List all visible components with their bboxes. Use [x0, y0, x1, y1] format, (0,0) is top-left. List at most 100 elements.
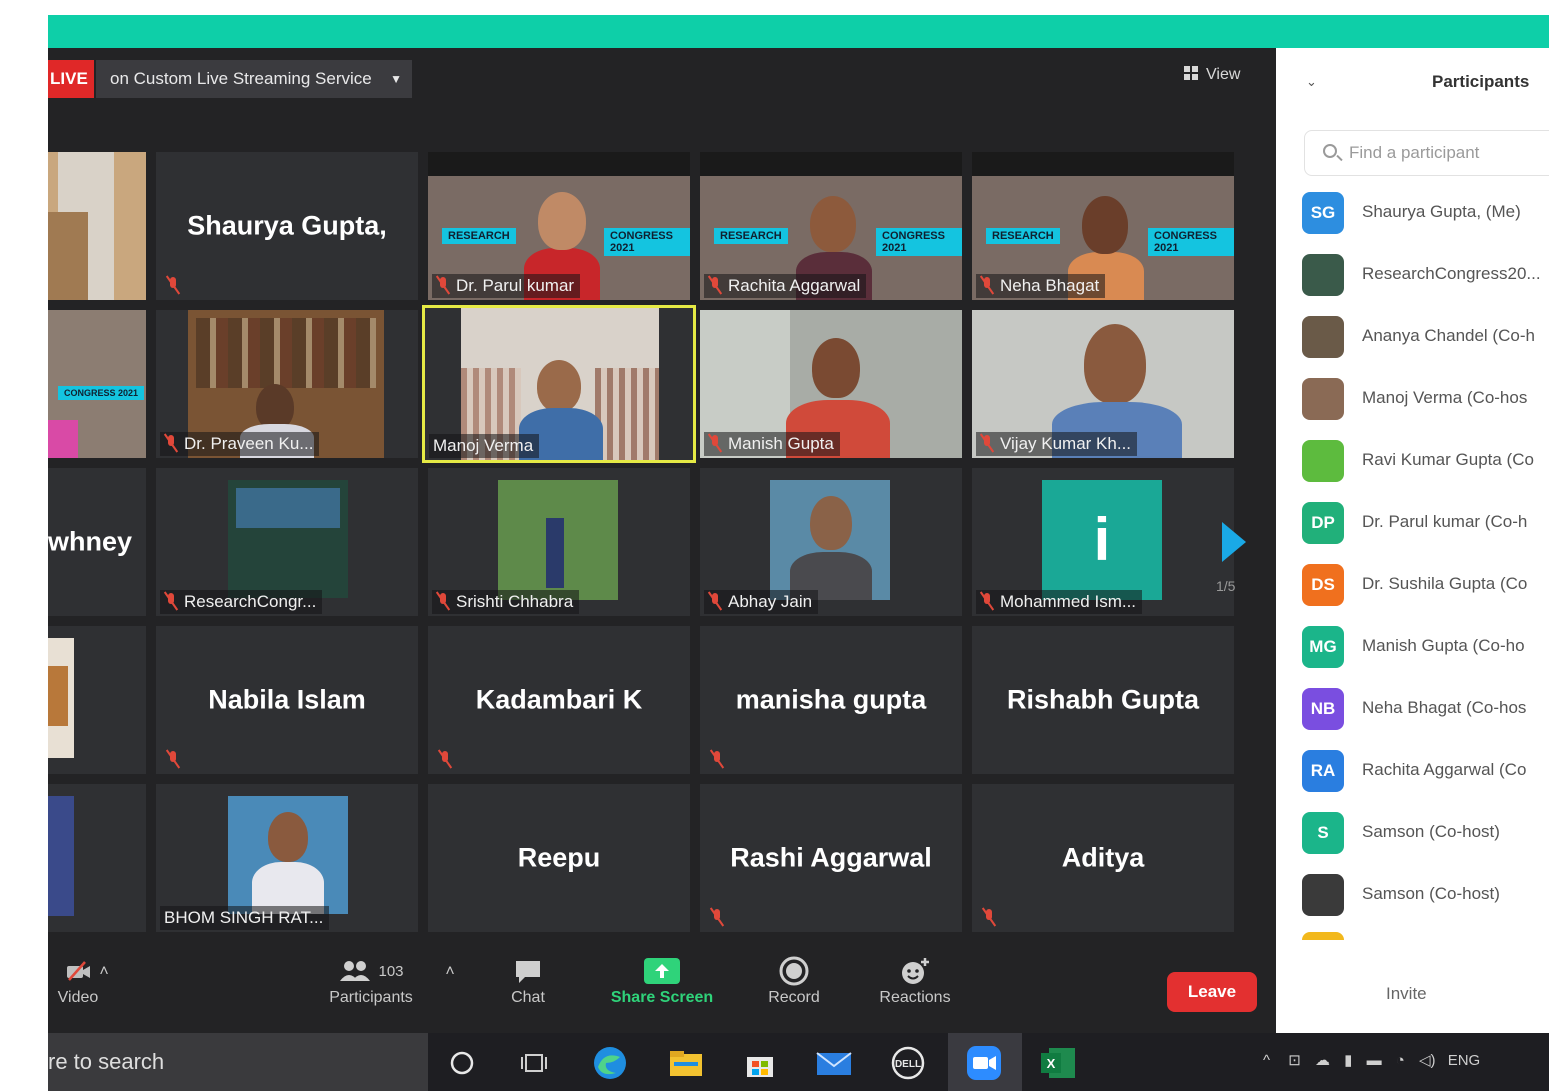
video-tile-kadambari[interactable]: Kadambari K	[428, 626, 690, 774]
video-tile-abhay[interactable]: Abhay Jain	[700, 468, 962, 616]
video-tile-srishti[interactable]: Srishti Chhabra	[428, 468, 690, 616]
mic-muted-icon	[980, 592, 994, 610]
edge-browser-icon[interactable]	[590, 1043, 630, 1083]
dell-icon[interactable]: DELL	[888, 1043, 928, 1083]
zoom-app-icon[interactable]	[964, 1043, 1004, 1083]
cortana-icon[interactable]	[442, 1043, 482, 1083]
chevron-down-icon[interactable]: ⌄	[1306, 74, 1317, 90]
video-tile-nabila[interactable]: Nabila Islam	[156, 626, 418, 774]
file-explorer-icon[interactable]	[666, 1043, 706, 1083]
microsoft-store-icon[interactable]	[740, 1043, 780, 1083]
participant-list-item[interactable]: Ravi Kumar Gupta (Co	[1302, 436, 1549, 486]
share-screen-button[interactable]: Share Screen	[604, 953, 720, 1007]
video-off-icon	[67, 961, 90, 981]
video-tile-aditya[interactable]: Aditya	[972, 784, 1234, 932]
video-options-caret[interactable]: ˄	[94, 963, 114, 981]
share-screen-label: Share Screen	[610, 989, 714, 1006]
avatar	[1302, 874, 1344, 916]
video-tile-partial[interactable]	[48, 152, 146, 300]
search-placeholder: Find a participant	[1349, 143, 1480, 162]
video-tile-manish[interactable]: Manish Gupta	[700, 310, 962, 458]
caret-down-icon: ▼	[390, 72, 402, 86]
task-view-icon[interactable]	[514, 1043, 554, 1083]
battery-icon[interactable]: ▬	[1367, 1052, 1382, 1069]
system-tray: ^ ⊡ ☁ ▮ ▬ ◔ ◁) ENG	[1263, 1051, 1480, 1069]
congress-tag: CONGRESS 2021	[1148, 228, 1234, 256]
taskbar-search-box[interactable]: re to search	[48, 1033, 428, 1091]
avatar: RA	[1302, 750, 1344, 792]
participant-label: Rachita Aggarwal	[704, 274, 867, 298]
participant-label: Mohammed Ism...	[976, 590, 1143, 614]
video-tile-reepu[interactable]: Reepu	[428, 784, 690, 932]
participant-list-item[interactable]: NB Neha Bhagat (Co-hos	[1302, 684, 1549, 734]
participant-list-item[interactable]: ResearchCongress20...	[1302, 250, 1549, 300]
live-stream-dropdown[interactable]: on Custom Live Streaming Service ▼	[96, 60, 412, 98]
video-tile-manoj-active-speaker[interactable]: Manoj Verma	[422, 305, 696, 463]
wifi-icon[interactable]: ◔	[1396, 1052, 1405, 1069]
video-tile-neha[interactable]: RESEARCH CONGRESS 2021 Neha Bhagat	[972, 152, 1234, 300]
mic-muted-icon	[708, 592, 722, 610]
volume-icon[interactable]: ◁)	[1419, 1052, 1436, 1069]
participant-list-item[interactable]: DP Dr. Parul kumar (Co-h	[1302, 498, 1549, 548]
congress-tag: CONGRESS 2021	[58, 386, 145, 400]
video-tile-partial[interactable]	[48, 626, 146, 774]
participant-list-item[interactable]: MG Manish Gupta (Co-ho	[1302, 622, 1549, 672]
participant-list-item[interactable]: RA Rachita Aggarwal (Co	[1302, 746, 1549, 796]
participants-options-caret[interactable]: ˄	[440, 963, 460, 981]
leave-button[interactable]: Leave	[1167, 972, 1257, 1012]
meeting-window: LIVE on Custom Live Streaming Service ▼ …	[48, 48, 1276, 1033]
mic-muted-icon	[164, 434, 178, 452]
participants-button[interactable]: 103 Participants	[316, 953, 426, 1007]
video-tile-sawhney-partial[interactable]: whney	[48, 468, 146, 616]
participant-name: Shaurya Gupta,	[187, 210, 387, 241]
record-label: Record	[768, 989, 820, 1006]
avatar	[1302, 932, 1344, 940]
mail-icon[interactable]	[814, 1043, 854, 1083]
participant-list-item[interactable]: Ananya Chandel (Co-h	[1302, 312, 1549, 362]
participant-list-item-partial[interactable]	[1302, 922, 1549, 940]
record-icon	[779, 956, 809, 986]
mic-muted-icon	[164, 592, 178, 610]
congress-tag: CONGRESS 2021	[876, 228, 962, 256]
video-tile-bhom[interactable]: BHOM SINGH RAT...	[156, 784, 418, 932]
participant-list-item[interactable]: S Samson (Co-host)	[1302, 808, 1549, 858]
view-button[interactable]: View	[1184, 60, 1262, 90]
participant-list-item[interactable]: Samson (Co-host)	[1302, 870, 1549, 920]
video-tile-praveen[interactable]: Dr. Praveen Ku...	[156, 310, 418, 458]
video-tile-parul[interactable]: RESEARCH CONGRESS 2021 Dr. Parul kumar	[428, 152, 690, 300]
chevron-up-icon[interactable]: ^	[1263, 1052, 1270, 1069]
participant-name: Nabila Islam	[208, 684, 366, 715]
next-page-arrow-icon[interactable]	[1222, 522, 1246, 562]
video-tile-rashi[interactable]: Rashi Aggarwal	[700, 784, 962, 932]
participant-label: ResearchCongr...	[160, 590, 323, 614]
invite-button[interactable]: Invite	[1386, 984, 1427, 1004]
video-tile-vijay[interactable]: Vijay Kumar Kh...	[972, 310, 1234, 458]
record-button[interactable]: Record	[760, 953, 828, 1007]
reactions-button[interactable]: Reactions	[870, 953, 960, 1007]
share-screen-icon	[644, 958, 680, 984]
participant-list-item[interactable]: Manoj Verma (Co-hos	[1302, 374, 1549, 424]
mic-muted-icon	[710, 908, 724, 926]
video-tile-research-congress[interactable]: ResearchCongr...	[156, 468, 418, 616]
video-tile-shaurya[interactable]: Shaurya Gupta,	[156, 152, 418, 300]
participant-name: Samson (Co-host)	[1362, 822, 1500, 841]
participant-list-item[interactable]: DS Dr. Sushila Gupta (Co	[1302, 560, 1549, 610]
participant-list-item[interactable]: SG Shaurya Gupta, (Me)	[1302, 188, 1549, 238]
avatar: DP	[1302, 502, 1344, 544]
video-tile-rachita[interactable]: RESEARCH CONGRESS 2021 Rachita Aggarwal	[700, 152, 962, 300]
reactions-label: Reactions	[879, 989, 951, 1006]
video-tile-manisha[interactable]: manisha gupta	[700, 626, 962, 774]
excel-icon[interactable]: X	[1038, 1043, 1078, 1083]
participant-label: BHOM SINGH RAT...	[160, 906, 330, 930]
language-indicator[interactable]: ENG	[1448, 1052, 1481, 1069]
video-tile-mohammed[interactable]: i Mohammed Ism...	[972, 468, 1234, 616]
video-tile-partial[interactable]: CONGRESS 2021	[48, 310, 146, 458]
video-tile-partial[interactable]	[48, 784, 146, 932]
usb-icon[interactable]: ▮	[1344, 1052, 1352, 1069]
cloud-icon[interactable]: ☁	[1315, 1052, 1330, 1069]
chat-icon	[516, 961, 540, 983]
video-tile-rishabh[interactable]: Rishabh Gupta	[972, 626, 1234, 774]
network-icon[interactable]: ⊡	[1288, 1052, 1301, 1069]
participant-search-input[interactable]: Find a participant	[1304, 130, 1549, 176]
chat-button[interactable]: Chat	[496, 953, 560, 1007]
